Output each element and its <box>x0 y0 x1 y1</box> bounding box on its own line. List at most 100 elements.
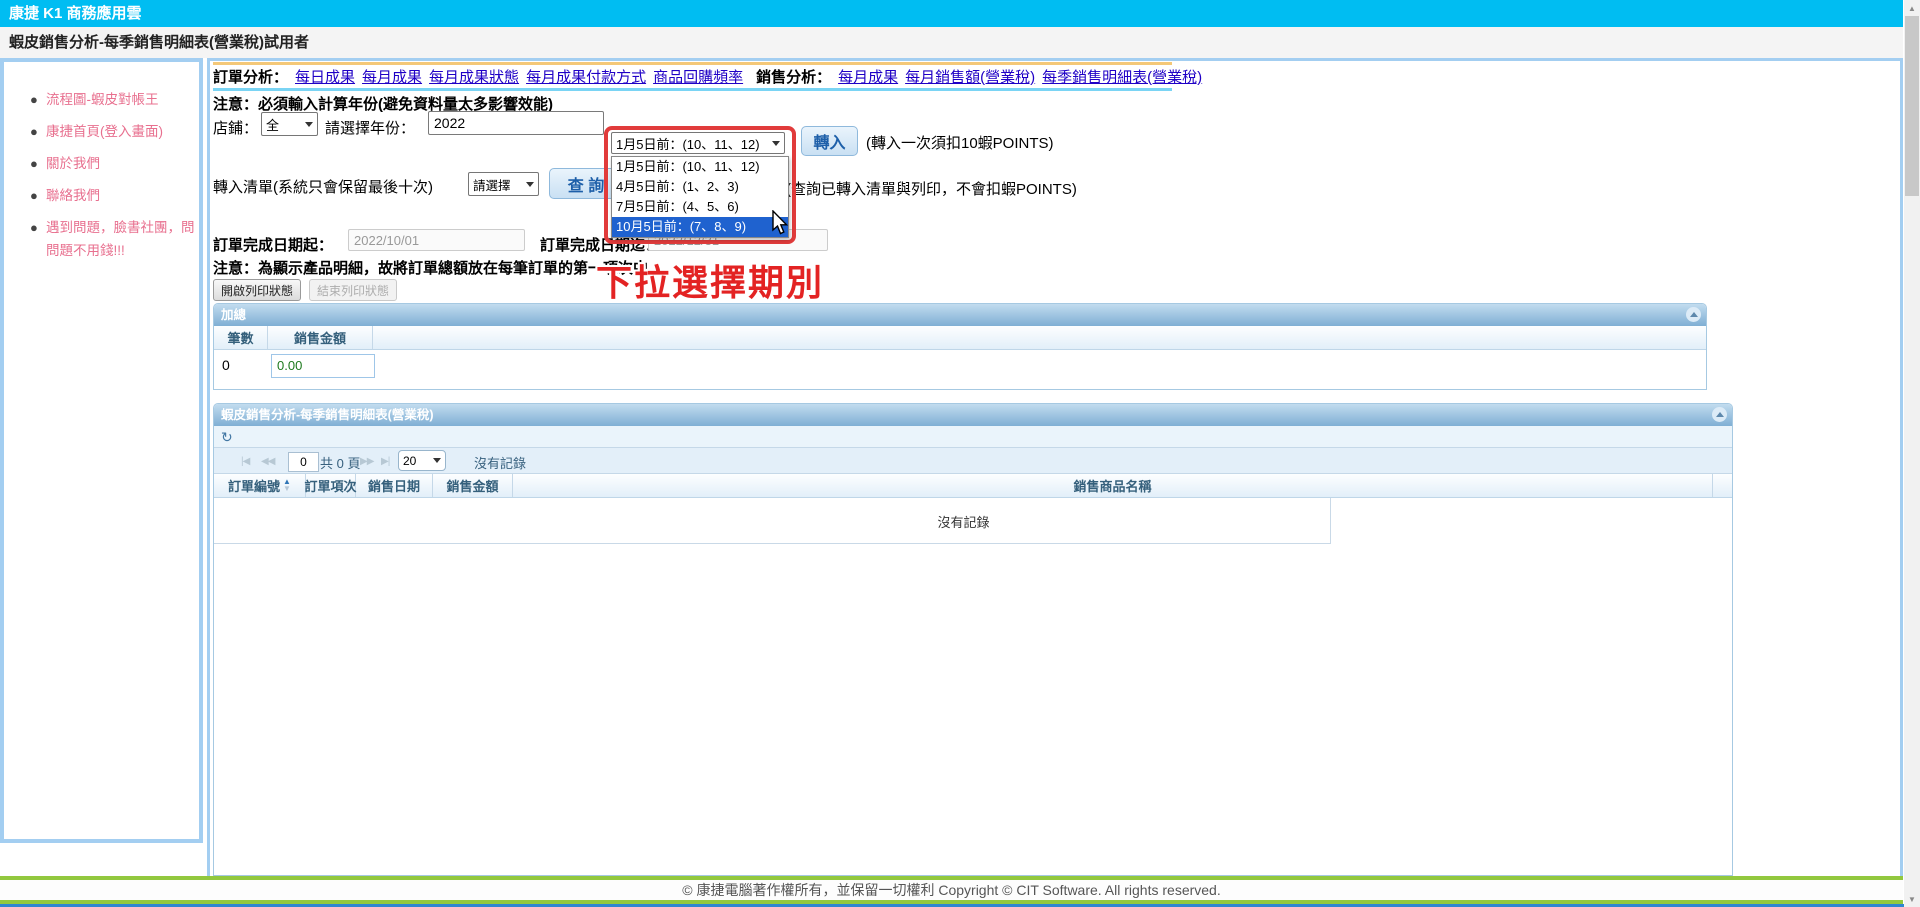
last-page-icon[interactable]: ▶| <box>381 456 389 467</box>
collapse-arrow-icon <box>1716 412 1724 417</box>
next-page-icon[interactable]: ▶▶ <box>360 456 373 467</box>
grid-col-filler <box>1713 474 1732 497</box>
order-analysis-label: 訂單分析： <box>213 66 288 87</box>
page-subtitle-bar: 蝦皮銷售分析-每季銷售明細表(營業稅)試用者 <box>0 27 1903 58</box>
chevron-down-icon <box>772 141 780 146</box>
sidebar-item-facebook-group[interactable]: ● 遇到問題，臉書社團，問問題不用錢!!! <box>30 216 198 262</box>
collapse-button[interactable] <box>1686 307 1701 322</box>
chevron-down-icon <box>433 458 441 463</box>
sidebar-item-about[interactable]: ● 關於我們 <box>30 152 198 175</box>
summary-panel-title: 加總 <box>221 308 246 322</box>
first-page-icon[interactable]: |◀ <box>241 456 249 467</box>
store-select-value: 全 <box>266 115 279 134</box>
app-title-bar: 康捷 K1 商務應用雲 <box>0 0 1903 27</box>
sidebar-item-label: 關於我們 <box>46 156 100 171</box>
grid-panel-header: 蝦皮銷售分析-每季銷售明細表(營業稅) <box>214 404 1732 426</box>
prev-page-icon[interactable]: ◀◀ <box>261 456 274 467</box>
sidebar-item-flowchart[interactable]: ● 流程圖-蝦皮對帳王 <box>30 88 198 111</box>
period-select[interactable]: 1月5日前：(10、11、12) <box>611 132 785 154</box>
divider-cyan <box>213 88 1172 91</box>
footer: © 康捷電腦著作權所有，並保留一切權利 Copyright © CIT Soft… <box>0 876 1903 904</box>
grid-col-label: 訂單編號 <box>228 476 280 495</box>
page-subtitle: 蝦皮銷售分析-每季銷售明細表(營業稅)試用者 <box>9 34 309 51</box>
nav-link-monthly-payment[interactable]: 每月成果付款方式 <box>526 66 646 87</box>
summary-count-value: 0 <box>222 357 230 373</box>
nav-link-monthly-results[interactable]: 每月成果 <box>362 66 422 87</box>
annotation-dropdown-period: 下拉選擇期別 <box>596 254 824 306</box>
bullet-icon: ● <box>30 216 38 239</box>
summary-col-count: 筆數 <box>214 326 268 349</box>
period-dropdown-list: 1月5日前：(10、11、12) 4月5日前：(1、2、3) 7月5日前：(4、… <box>611 156 789 238</box>
chevron-down-icon <box>526 182 534 187</box>
nav-link-daily-results[interactable]: 每日成果 <box>295 66 355 87</box>
grid-empty-text: 沒有記錄 <box>214 512 1713 531</box>
sidebar: ● 流程圖-蝦皮對帳王 ● 康捷首頁(登入畫面) ● 關於我們 ● 聯絡我們 ●… <box>0 58 203 843</box>
grid-panel: 蝦皮銷售分析-每季銷售明細表(營業稅) ↻ |◀ ◀◀ 共 0 頁 ▶▶ ▶| … <box>213 403 1733 876</box>
store-label: 店鋪： <box>213 117 258 138</box>
grid-col-product-name[interactable]: 銷售商品名稱 <box>513 474 1713 497</box>
scrollbar-thumb[interactable] <box>1905 16 1919 196</box>
nav-link-monthly-status[interactable]: 每月成果狀態 <box>429 66 519 87</box>
bullet-icon: ● <box>30 152 38 175</box>
scroll-down-icon[interactable]: ▼ <box>1904 891 1920 907</box>
collapse-arrow-icon <box>1690 312 1698 317</box>
date-from-input[interactable] <box>348 229 525 251</box>
summary-column-headers: 筆數 銷售金額 <box>214 326 1706 350</box>
notice-order-total: 注意：為顯示產品明細，故將訂單總額放在每筆訂單的第一項次中 <box>213 257 648 278</box>
mouse-cursor-icon <box>770 210 790 241</box>
nav-link-repurchase-rate[interactable]: 商品回購頻率 <box>653 66 743 87</box>
print-end-button[interactable]: 結束列印狀態 <box>309 279 397 301</box>
period-option-q1[interactable]: 4月5日前：(1、2、3) <box>612 177 788 197</box>
chevron-down-icon <box>305 122 313 127</box>
period-option-q4[interactable]: 1月5日前：(10、11、12) <box>612 157 788 177</box>
page-size-select[interactable]: 20 <box>398 450 446 471</box>
vertical-scrollbar[interactable]: ▲ ▼ <box>1904 0 1920 907</box>
nav-link-sales-monthly-tax[interactable]: 每月銷售額(營業稅) <box>905 66 1035 87</box>
import-button[interactable]: 轉入 <box>801 126 858 156</box>
sidebar-item-label: 遇到問題，臉書社團，問問題不用錢!!! <box>46 220 195 258</box>
grid-column-headers: 訂單編號 ▲▼ 訂單項次 銷售日期 銷售金額 銷售商品名稱 <box>214 474 1732 498</box>
query-note: (查詢已轉入清單與列印，不會扣蝦POINTS) <box>786 178 1077 199</box>
store-select[interactable]: 全 <box>261 112 318 136</box>
bullet-icon: ● <box>30 184 38 207</box>
page-number-input[interactable] <box>288 452 319 472</box>
summary-amount-value: 0.00 <box>271 354 375 378</box>
grid-col-sales-amount[interactable]: 銷售金額 <box>433 474 513 497</box>
summary-panel-header: 加總 <box>214 304 1706 326</box>
grid-col-order-item[interactable]: 訂單項次 <box>306 474 356 497</box>
import-list-select-value: 請選擇 <box>473 175 511 194</box>
app-title: 康捷 K1 商務應用雲 <box>9 5 142 22</box>
copyright-text: © 康捷電腦著作權所有，並保留一切權利 Copyright © CIT Soft… <box>682 880 1220 900</box>
period-select-value: 1月5日前：(10、11、12) <box>616 134 760 153</box>
sidebar-item-label: 聯絡我們 <box>46 188 100 203</box>
import-list-select[interactable]: 請選擇 <box>468 172 539 196</box>
grid-col-order-number[interactable]: 訂單編號 ▲▼ <box>214 474 306 497</box>
print-start-button[interactable]: 開啟列印狀態 <box>213 279 301 301</box>
summary-panel: 加總 筆數 銷售金額 0 0.00 <box>213 303 1707 390</box>
nav-link-sales-monthly[interactable]: 每月成果 <box>838 66 898 87</box>
year-label: 請選擇年份： <box>325 117 415 138</box>
period-option-q2[interactable]: 7月5日前：(4、5、6) <box>612 197 788 217</box>
collapse-button[interactable] <box>1712 407 1727 422</box>
grid-col-sales-date[interactable]: 銷售日期 <box>356 474 433 497</box>
date-from-label: 訂單完成日期起： <box>213 234 333 255</box>
refresh-icon[interactable]: ↻ <box>221 429 233 445</box>
sidebar-item-home[interactable]: ● 康捷首頁(登入畫面) <box>30 120 198 143</box>
total-pages-label: 共 0 頁 <box>320 453 360 472</box>
sort-icons: ▲▼ <box>283 479 291 493</box>
bullet-icon: ● <box>30 120 38 143</box>
grid-pager: |◀ ◀◀ 共 0 頁 ▶▶ ▶| 20 沒有記錄 <box>214 448 1732 474</box>
year-input[interactable] <box>428 111 604 135</box>
summary-col-amount: 銷售金額 <box>268 326 373 349</box>
sidebar-item-contact[interactable]: ● 聯絡我們 <box>30 184 198 207</box>
sales-analysis-label: 銷售分析： <box>756 66 831 87</box>
page-size-value: 20 <box>403 454 416 468</box>
period-option-q3-highlighted[interactable]: 10月5日前：(7、8、9) <box>612 217 788 237</box>
summary-col-filler <box>373 326 1706 349</box>
sidebar-item-label: 康捷首頁(登入畫面) <box>46 124 163 139</box>
scroll-up-icon[interactable]: ▲ <box>1904 0 1920 16</box>
grid-toolbar: ↻ <box>214 426 1732 448</box>
grid-panel-title: 蝦皮銷售分析-每季銷售明細表(營業稅) <box>221 408 434 422</box>
bullet-icon: ● <box>30 88 38 111</box>
nav-link-sales-quarterly-tax[interactable]: 每季銷售明細表(營業稅) <box>1042 66 1202 87</box>
